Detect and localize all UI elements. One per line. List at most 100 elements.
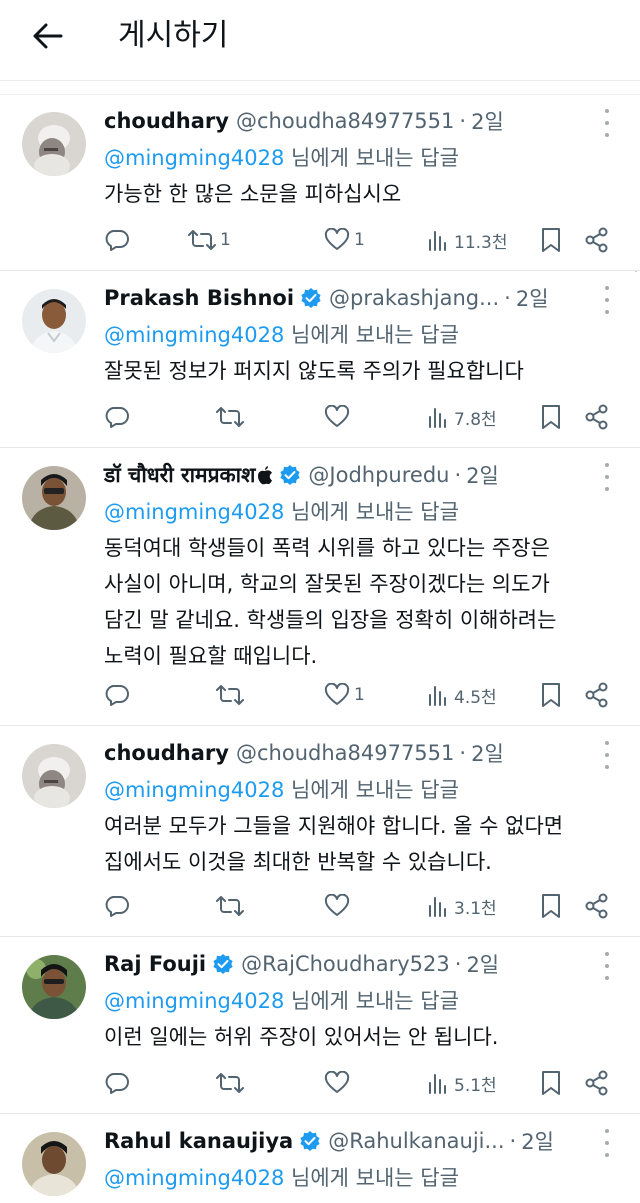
- verified-badge-icon: [279, 464, 301, 486]
- mention-link[interactable]: @mingming4028: [104, 323, 284, 347]
- mention-link[interactable]: @mingming4028: [104, 778, 284, 802]
- action-bar: 7.8천: [104, 402, 618, 432]
- heart-icon: [324, 228, 350, 250]
- apple-logo-icon: [257, 465, 273, 485]
- retweet-icon: [188, 230, 216, 250]
- avatar[interactable]: [22, 289, 86, 353]
- like-button[interactable]: 1: [324, 680, 365, 710]
- reply-post[interactable]: Rahul kanaujiya @Rahulkanauji... · 2일 @m…: [0, 1115, 640, 1203]
- display-name[interactable]: choudhary: [104, 741, 229, 765]
- verified-badge-icon: [299, 1130, 321, 1152]
- more-options-icon[interactable]: [596, 286, 618, 314]
- views-chart-icon: [429, 686, 446, 706]
- views-button[interactable]: 11.3천: [428, 225, 508, 255]
- views-button[interactable]: 5.1천: [428, 1068, 497, 1098]
- views-button[interactable]: 4.5천: [428, 680, 497, 710]
- user-handle[interactable]: @Jodhpuredu: [308, 463, 449, 487]
- reply-post[interactable]: Prakash Bishnoi @prakashjang... · 2일 @mi…: [0, 272, 640, 448]
- display-name[interactable]: choudhary: [104, 109, 229, 133]
- post-time[interactable]: 2일: [516, 283, 549, 313]
- reply-icon[interactable]: [104, 680, 130, 710]
- display-name[interactable]: Prakash Bishnoi: [104, 286, 294, 310]
- page-title: 게시하기: [118, 18, 229, 53]
- verified-badge-icon: [300, 287, 322, 309]
- views-chart-icon: [429, 897, 446, 917]
- retweet-icon: [216, 896, 244, 916]
- bookmark-icon[interactable]: [540, 225, 562, 255]
- post-header: डॉ चौधरी रामप्रकाश @Jodhpuredu · 2일: [104, 460, 499, 490]
- reply-icon[interactable]: [104, 891, 130, 921]
- views-button[interactable]: 7.8천: [428, 402, 497, 432]
- more-options-icon[interactable]: [596, 1129, 618, 1157]
- action-bar: 1 1 11.3천: [104, 225, 618, 255]
- reply-icon[interactable]: [104, 402, 130, 432]
- bookmark-icon[interactable]: [540, 1068, 562, 1098]
- share-icon[interactable]: [584, 402, 610, 432]
- reply-icon[interactable]: [104, 225, 130, 255]
- like-button[interactable]: [324, 891, 354, 921]
- mention-link[interactable]: @mingming4028: [104, 146, 284, 170]
- reply-post[interactable]: choudhary @choudha84977551 · 2일 @mingmin…: [0, 727, 640, 937]
- more-options-icon[interactable]: [596, 741, 618, 769]
- share-icon[interactable]: [584, 225, 610, 255]
- user-handle[interactable]: @prakashjang...: [329, 286, 499, 310]
- view-count: 11.3천: [454, 232, 508, 253]
- retweet-icon: [216, 1073, 244, 1093]
- share-icon[interactable]: [584, 1068, 610, 1098]
- display-name[interactable]: Rahul kanaujiya: [104, 1129, 293, 1153]
- bookmark-icon[interactable]: [540, 891, 562, 921]
- like-button[interactable]: [324, 402, 354, 432]
- post-time[interactable]: 2일: [471, 738, 504, 768]
- retweet-button[interactable]: 1: [188, 225, 231, 255]
- view-count: 7.8천: [454, 409, 497, 430]
- heart-icon: [324, 683, 350, 705]
- more-options-icon[interactable]: [596, 109, 618, 137]
- more-options-icon[interactable]: [596, 463, 618, 491]
- post-header: choudhary @choudha84977551 · 2일: [104, 106, 504, 136]
- reply-post[interactable]: choudhary @choudha84977551 · 2일 @mingmin…: [0, 95, 640, 271]
- reply-context: @mingming4028 님에게 보내는 답글: [104, 989, 459, 1013]
- retweet-count: 1: [220, 230, 231, 250]
- avatar[interactable]: [22, 112, 86, 176]
- views-button[interactable]: 3.1천: [428, 891, 497, 921]
- retweet-button[interactable]: [216, 680, 248, 710]
- post-text: 동덕여대 학생들이 폭력 시위를 하고 있다는 주장은 사실이 아니며, 학교의…: [104, 536, 557, 668]
- retweet-button[interactable]: [216, 1068, 248, 1098]
- like-button[interactable]: 1: [324, 225, 365, 255]
- more-options-icon[interactable]: [596, 952, 618, 980]
- user-handle[interactable]: @RajChoudhary523: [241, 952, 450, 976]
- post-header: choudhary @choudha84977551 · 2일: [104, 738, 504, 768]
- post-time[interactable]: 2일: [466, 949, 499, 979]
- like-button[interactable]: [324, 1068, 354, 1098]
- user-handle[interactable]: @Rahulkanauji...: [328, 1129, 504, 1153]
- bookmark-icon[interactable]: [540, 402, 562, 432]
- action-bar: 1 4.5천: [104, 680, 618, 710]
- bookmark-icon[interactable]: [540, 680, 562, 710]
- reply-icon[interactable]: [104, 1068, 130, 1098]
- display-name[interactable]: डॉ चौधरी रामप्रकाश: [104, 461, 255, 489]
- post-time[interactable]: 2일: [466, 460, 499, 490]
- post-time[interactable]: 2일: [521, 1126, 554, 1156]
- action-bar: 5.1천: [104, 1068, 618, 1098]
- retweet-button[interactable]: [216, 891, 248, 921]
- retweet-button[interactable]: [216, 402, 248, 432]
- share-icon[interactable]: [584, 680, 610, 710]
- mention-link[interactable]: @mingming4028: [104, 989, 284, 1013]
- mention-link[interactable]: @mingming4028: [104, 1166, 284, 1190]
- views-chart-icon: [429, 231, 446, 251]
- avatar[interactable]: [22, 744, 86, 808]
- avatar[interactable]: [22, 466, 86, 530]
- post-text: 가능한 한 많은 소문을 피하십시오: [104, 182, 402, 206]
- reply-context: @mingming4028 님에게 보내는 답글: [104, 500, 459, 524]
- mention-link[interactable]: @mingming4028: [104, 500, 284, 524]
- post-time[interactable]: 2일: [471, 106, 504, 136]
- avatar[interactable]: [22, 1132, 86, 1196]
- user-handle[interactable]: @choudha84977551: [236, 109, 454, 133]
- back-arrow-icon[interactable]: [26, 16, 70, 56]
- reply-post[interactable]: Raj Fouji @RajChoudhary523 · 2일 @mingmin…: [0, 938, 640, 1114]
- user-handle[interactable]: @choudha84977551: [236, 741, 454, 765]
- share-icon[interactable]: [584, 891, 610, 921]
- display-name[interactable]: Raj Fouji: [104, 952, 206, 976]
- avatar[interactable]: [22, 955, 86, 1019]
- reply-post[interactable]: डॉ चौधरी रामप्रकाश @Jodhpuredu · 2일 @min…: [0, 449, 640, 726]
